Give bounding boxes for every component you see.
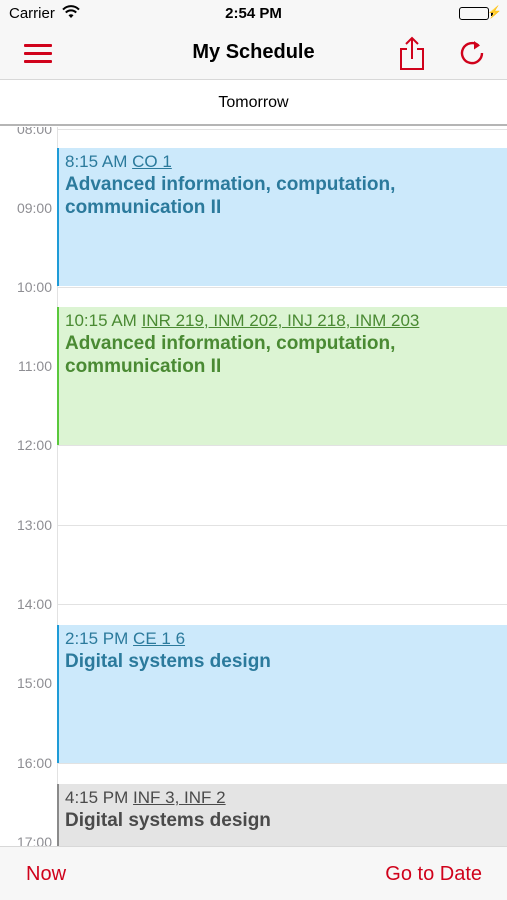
hour-line: [58, 287, 507, 288]
hour-label: 09:00: [16, 200, 52, 216]
hour-label: 13:00: [16, 517, 52, 533]
event-title: Digital systems design: [65, 651, 271, 672]
event-time: 4:15 PM: [65, 788, 129, 807]
event-time: 10:15 AM: [65, 311, 137, 330]
hour-label: 15:00: [16, 675, 52, 691]
event-time-room: 10:15 AM INR 219, INM 202, INJ 218, INM …: [65, 310, 507, 332]
event-time-room: 4:15 PM INF 3, INF 2: [65, 787, 507, 809]
event-room-link[interactable]: INF 3, INF 2: [133, 788, 226, 807]
event-title: Digital systems design: [65, 810, 271, 831]
go-to-date-button[interactable]: Go to Date: [385, 863, 482, 886]
share-icon: [400, 36, 424, 70]
hour-label: 08:00: [16, 127, 52, 137]
page-title: My Schedule: [192, 41, 315, 63]
status-time: 2:54 PM: [225, 5, 282, 22]
status-bar: Carrier 2:54 PM ⚡: [0, 0, 507, 28]
event-room-link[interactable]: CO 1: [132, 152, 172, 171]
hour-label: 17:00: [16, 834, 52, 846]
schedule-timeline[interactable]: 08:00 8:15 AM CO 1 Advanced information,…: [0, 127, 507, 846]
hour-line: [58, 129, 507, 130]
hour-line: [58, 763, 507, 764]
schedule-event[interactable]: 10:15 AM INR 219, INM 202, INJ 218, INM …: [57, 307, 507, 445]
hour-line: [58, 445, 507, 446]
event-time: 8:15 AM: [65, 152, 128, 171]
navigation-bar: My Schedule: [0, 28, 507, 80]
hour-label: 10:00: [16, 279, 52, 295]
schedule-event[interactable]: 4:15 PM INF 3, INF 2 Digital systems des…: [57, 784, 507, 846]
hour-label: 12:00: [16, 437, 52, 453]
event-time-room: 8:15 AM CO 1: [65, 151, 507, 173]
schedule-event[interactable]: 2:15 PM CE 1 6 Digital systems design: [57, 625, 507, 763]
schedule-event[interactable]: 8:15 AM CO 1 Advanced information, compu…: [57, 148, 507, 286]
event-title: Advanced information, computation, commu…: [65, 333, 396, 377]
refresh-icon: [460, 41, 484, 65]
bottom-toolbar: Now Go to Date: [0, 846, 507, 900]
hour-line: [58, 525, 507, 526]
refresh-button[interactable]: [458, 39, 486, 67]
day-header: Tomorrow: [0, 80, 507, 126]
event-title: Advanced information, computation, commu…: [65, 174, 396, 218]
share-button[interactable]: [398, 35, 426, 71]
event-room-link[interactable]: CE 1 6: [133, 629, 185, 648]
event-time: 2:15 PM: [65, 629, 129, 648]
now-button[interactable]: Now: [26, 863, 66, 886]
hour-line: [58, 604, 507, 605]
battery-icon: [459, 7, 489, 20]
charging-bolt-icon: ⚡: [487, 5, 502, 19]
day-label: Tomorrow: [218, 94, 289, 111]
event-room-link[interactable]: INR 219, INM 202, INJ 218, INM 203: [142, 311, 420, 330]
event-time-room: 2:15 PM CE 1 6: [65, 628, 507, 650]
hour-label: 11:00: [18, 358, 52, 374]
hour-label: 14:00: [16, 596, 52, 612]
hour-label: 16:00: [16, 755, 52, 771]
